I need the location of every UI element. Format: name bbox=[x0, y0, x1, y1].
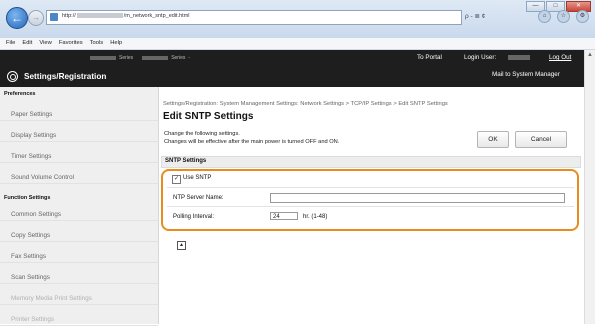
login-user-label: Login User: bbox=[464, 54, 497, 61]
address-bar[interactable]: http:///m_network_sntp_edit.html bbox=[46, 10, 462, 25]
sidebar-item-printer-settings[interactable]: Printer Settings bbox=[0, 313, 158, 326]
device-header: Series Series - To Portal Login User: Log… bbox=[0, 50, 584, 87]
device-model: Series Series - bbox=[90, 55, 190, 61]
menu-help[interactable]: Help bbox=[110, 38, 122, 49]
sidebar-section-function-settings: Function Settings bbox=[4, 195, 51, 201]
browser-right-icons: ⌂ ☆ ⚙ bbox=[538, 10, 589, 23]
settings-gear-icon bbox=[7, 71, 18, 82]
to-portal-link[interactable]: To Portal bbox=[417, 54, 442, 61]
sidebar: Preferences Paper Settings Display Setti… bbox=[0, 87, 159, 326]
use-sntp-label: Use SNTP bbox=[183, 175, 212, 181]
sidebar-item-display-settings[interactable]: Display Settings bbox=[0, 129, 158, 142]
use-sntp-checkbox[interactable]: ✓ bbox=[172, 175, 181, 184]
browser-toolbar: — □ ✕ ← → http:///m_network_sntp_edit.ht… bbox=[0, 0, 595, 38]
page-title: Edit SNTP Settings bbox=[163, 111, 254, 122]
cancel-button[interactable]: Cancel bbox=[515, 131, 567, 148]
sntp-settings-section-header: SNTP Settings bbox=[161, 156, 581, 168]
url-text: http:///m_network_sntp_edit.html bbox=[62, 13, 190, 19]
polling-interval-input[interactable]: 24 bbox=[270, 212, 298, 220]
polling-interval-label: Polling Interval: bbox=[173, 214, 215, 220]
row-divider bbox=[167, 187, 574, 188]
back-to-top-icon[interactable]: ▲ bbox=[177, 241, 186, 250]
menu-favorites[interactable]: Favorites bbox=[59, 38, 83, 49]
instruction-line-1: Change the following settings. bbox=[164, 131, 240, 137]
scroll-up-icon[interactable]: ▲ bbox=[587, 52, 593, 58]
ntp-server-name-label: NTP Server Name: bbox=[173, 195, 224, 201]
menu-view[interactable]: View bbox=[39, 38, 51, 49]
page-icon bbox=[50, 13, 58, 21]
menu-tools[interactable]: Tools bbox=[90, 38, 104, 49]
forward-arrow-icon[interactable]: → bbox=[28, 10, 44, 26]
instruction-line-2: Changes will be effective after the main… bbox=[164, 138, 340, 145]
log-out-link[interactable]: Log Out bbox=[549, 54, 571, 61]
back-arrow-icon[interactable]: ← bbox=[6, 7, 28, 29]
instruction-text: Change the following settings. Changes w… bbox=[164, 131, 339, 146]
mail-to-system-manager-link[interactable]: Mail to System Manager bbox=[492, 71, 560, 78]
sidebar-item-timer-settings[interactable]: Timer Settings bbox=[0, 150, 158, 163]
ntp-server-name-input[interactable] bbox=[270, 193, 565, 203]
row-divider bbox=[167, 206, 574, 207]
gear-icon[interactable]: ⚙ bbox=[576, 10, 589, 23]
breadcrumb: Settings/Registration: System Management… bbox=[163, 101, 448, 107]
address-tools[interactable]: ρ - ≣ ¢ bbox=[462, 10, 523, 23]
sidebar-item-scan-settings[interactable]: Scan Settings bbox=[0, 271, 158, 284]
sidebar-item-memory-media-print-settings[interactable]: Memory Media Print Settings bbox=[0, 292, 158, 305]
polling-interval-unit: hr. (1-48) bbox=[303, 214, 328, 220]
menu-file[interactable]: File bbox=[6, 38, 15, 49]
menu-bar: File Edit View Favorites Tools Help bbox=[0, 38, 595, 50]
favorites-star-icon[interactable]: ☆ bbox=[557, 10, 570, 23]
home-icon[interactable]: ⌂ bbox=[538, 10, 551, 23]
sidebar-section-preferences: Preferences bbox=[4, 91, 36, 97]
ok-button[interactable]: OK bbox=[477, 131, 509, 148]
sidebar-item-sound-volume-control[interactable]: Sound Volume Control bbox=[0, 171, 158, 184]
sidebar-item-fax-settings[interactable]: Fax Settings bbox=[0, 250, 158, 263]
menu-edit[interactable]: Edit bbox=[22, 38, 32, 49]
page-header-title: Settings/Registration bbox=[24, 72, 107, 81]
section-title: SNTP Settings bbox=[165, 158, 207, 164]
login-user-value bbox=[508, 55, 530, 60]
sidebar-item-paper-settings[interactable]: Paper Settings bbox=[0, 108, 158, 121]
sidebar-item-copy-settings[interactable]: Copy Settings bbox=[0, 229, 158, 242]
vertical-scrollbar[interactable]: ▲ bbox=[584, 50, 595, 324]
sidebar-item-common-settings[interactable]: Common Settings bbox=[0, 208, 158, 221]
